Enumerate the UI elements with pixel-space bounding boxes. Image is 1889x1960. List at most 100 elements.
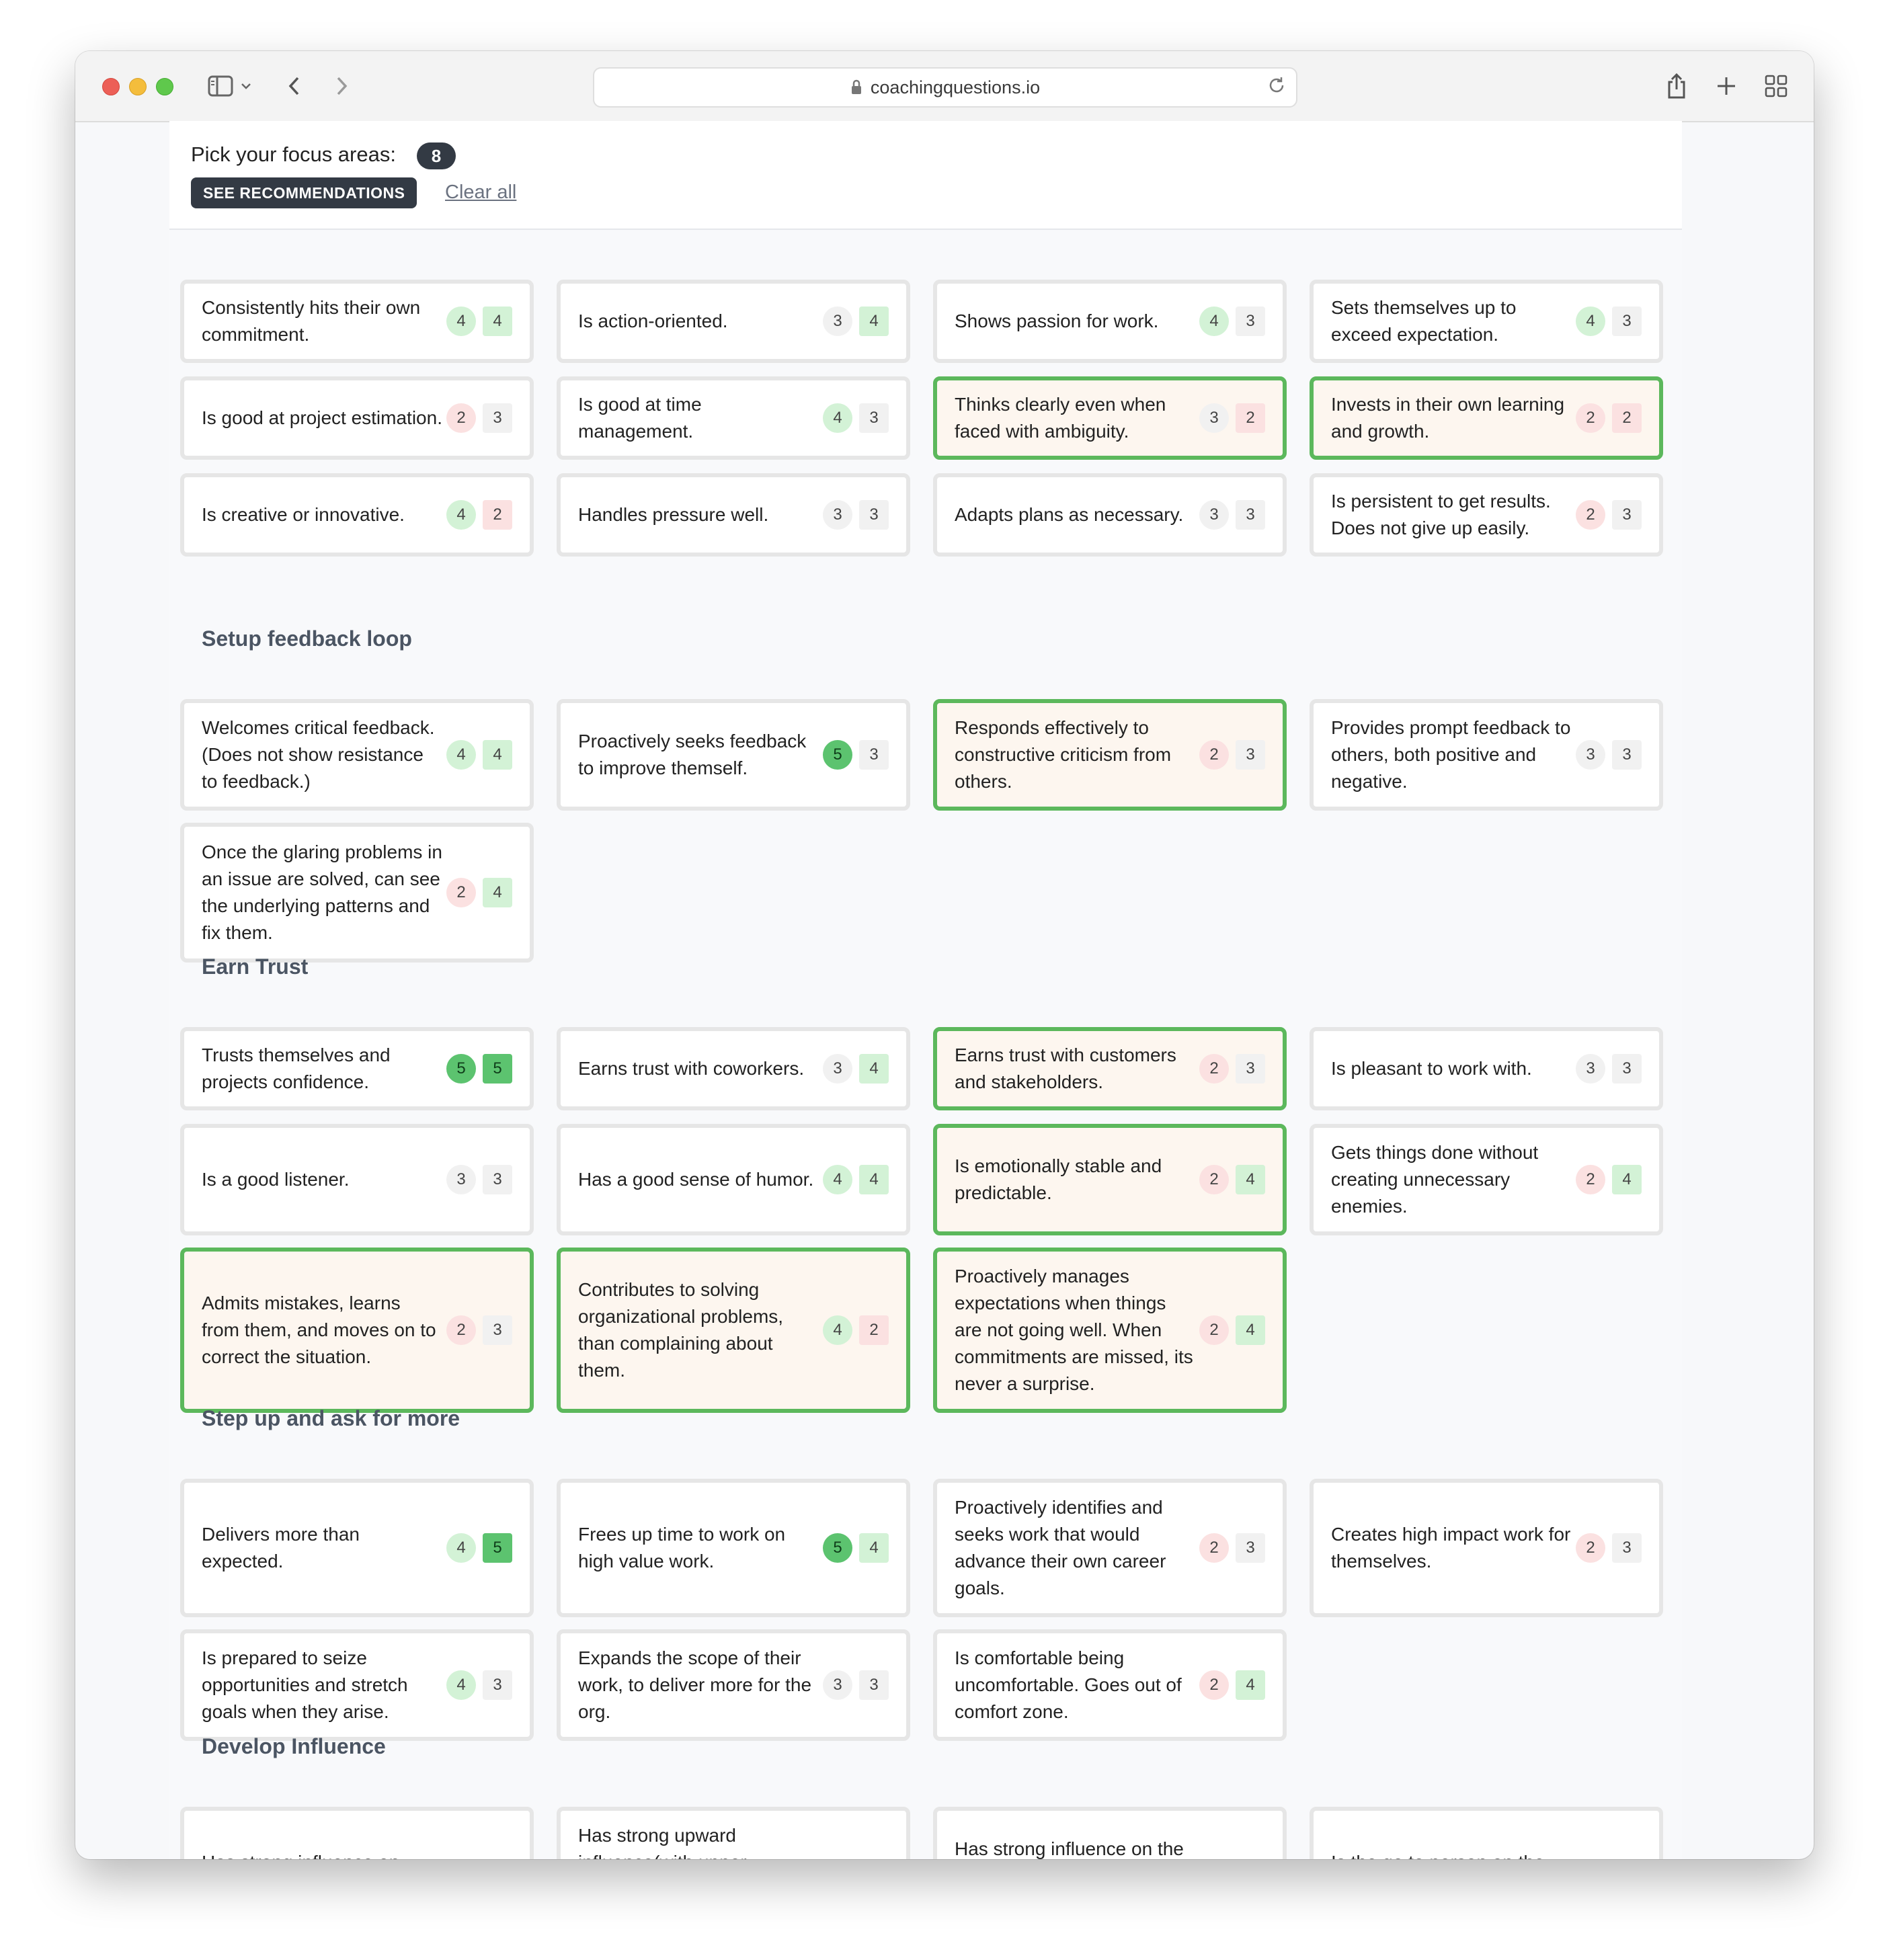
focus-area-card[interactable]: Earns trust with customers and stakehold…: [933, 1027, 1287, 1110]
focus-area-card[interactable]: Is good at time management. 4 3: [557, 376, 910, 460]
score-group: 33: [823, 1670, 889, 1700]
focus-area-card[interactable]: Is comfortable being uncomfortable. Goes…: [933, 1629, 1287, 1741]
score-group: 32: [1199, 403, 1265, 433]
peer-score-badge: 4: [1236, 1165, 1265, 1194]
score-group: 24: [1199, 1165, 1265, 1194]
focus-area-card[interactable]: Creates high impact work for themselves.…: [1310, 1479, 1663, 1617]
focus-area-card[interactable]: Delivers more than expected. 4 5: [180, 1479, 534, 1617]
self-score-badge: 2: [446, 1315, 476, 1345]
focus-area-card[interactable]: Proactively manages expectations when th…: [933, 1248, 1287, 1413]
focus-area-card[interactable]: Welcomes critical feedback. (Does not sh…: [180, 699, 534, 811]
self-score-badge: 4: [823, 1165, 852, 1194]
score-group: 54: [823, 1533, 889, 1563]
focus-area-card[interactable]: Has strong influence on the product/serv…: [933, 1807, 1287, 1859]
focus-area-card[interactable]: Has strong influence on coworkers.44: [180, 1807, 534, 1859]
focus-area-card[interactable]: Is persistent to get results. Does not g…: [1310, 473, 1663, 557]
focus-area-text: Invests in their own learning and growth…: [1331, 394, 1565, 442]
focus-area-card[interactable]: Sets themselves up to exceed expectation…: [1310, 280, 1663, 363]
peer-score-badge: 3: [1236, 307, 1265, 336]
new-tab-icon[interactable]: [1709, 69, 1744, 104]
focus-area-text: Is good at project estimation.: [202, 407, 442, 428]
focus-area-card[interactable]: Proactively seeks feedback to improve th…: [557, 699, 910, 811]
focus-area-card[interactable]: Is pleasant to work with. 3 3: [1310, 1027, 1663, 1110]
focus-area-card[interactable]: Is the go to person on the team on key a…: [1310, 1807, 1663, 1859]
tab-overview-icon[interactable]: [1759, 69, 1794, 104]
clear-all-link[interactable]: Clear all: [445, 181, 516, 204]
score-group: 23: [1576, 1533, 1642, 1563]
score-group: 33: [823, 500, 889, 530]
focus-area-card[interactable]: Trusts themselves and projects confidenc…: [180, 1027, 534, 1110]
score-group: 43: [1199, 307, 1265, 336]
focus-area-text: Proactively identifies and seeks work th…: [955, 1497, 1166, 1598]
self-score-badge: 3: [1576, 1054, 1605, 1084]
focus-area-card[interactable]: Thinks clearly even when faced with ambi…: [933, 376, 1287, 460]
page-content: Pick your focus areas: 8 SEE RECOMMENDAT…: [169, 121, 1682, 1859]
focus-area-card[interactable]: Has a good sense of humor. 4 4: [557, 1124, 910, 1235]
reload-icon[interactable]: [1267, 75, 1287, 99]
focus-area-card[interactable]: Shows passion for work. 4 3: [933, 280, 1287, 363]
zoom-window-button[interactable]: [156, 78, 173, 95]
focus-area-card[interactable]: Gets things done without creating unnece…: [1310, 1124, 1663, 1235]
share-icon[interactable]: [1659, 69, 1694, 104]
focus-area-card[interactable]: Invests in their own learning and growth…: [1310, 376, 1663, 460]
forward-icon[interactable]: [324, 69, 359, 104]
peer-score-badge: 4: [859, 1533, 889, 1563]
score-group: 23: [446, 403, 512, 433]
focus-area-text: Thinks clearly even when faced with ambi…: [955, 394, 1166, 442]
score-group: 24: [1199, 1670, 1265, 1700]
focus-area-card[interactable]: Once the glaring problems in an issue ar…: [180, 823, 534, 963]
focus-area-card[interactable]: Is good at project estimation. 2 3: [180, 376, 534, 460]
focus-area-text: Is action-oriented.: [578, 311, 728, 331]
score-group: 44: [446, 740, 512, 770]
focus-area-card[interactable]: Is creative or innovative. 4 2: [180, 473, 534, 557]
close-window-button[interactable]: [102, 78, 120, 95]
focus-area-card[interactable]: Proactively identifies and seeks work th…: [933, 1479, 1287, 1617]
self-score-badge: 2: [1199, 1165, 1229, 1194]
self-score-badge: 5: [823, 740, 852, 770]
peer-score-badge: 4: [859, 1165, 889, 1194]
score-group: 22: [1576, 403, 1642, 433]
focus-area-text: Is pleasant to work with.: [1331, 1058, 1532, 1079]
browser-window: coachingquestions.io Pick your focus are…: [75, 51, 1814, 1859]
focus-area-card[interactable]: Is a good listener. 3 3: [180, 1124, 534, 1235]
peer-score-badge: 4: [859, 1054, 889, 1084]
focus-area-card[interactable]: Admits mistakes, learns from them, and m…: [180, 1248, 534, 1413]
focus-area-text: Consistently hits their own commitment.: [202, 297, 421, 345]
focus-area-card[interactable]: Consistently hits their own commitment. 4…: [180, 280, 534, 363]
peer-score-badge: 3: [483, 403, 512, 433]
peer-score-badge: 2: [859, 1315, 889, 1345]
focus-area-card[interactable]: Expands the scope of their work, to deli…: [557, 1629, 910, 1741]
focus-area-card[interactable]: Provides prompt feedback to others, both…: [1310, 699, 1663, 811]
section-title: Setup feedback loop: [202, 626, 412, 651]
peer-score-badge: 3: [859, 1670, 889, 1700]
chevron-down-icon[interactable]: [234, 69, 258, 104]
score-group: 33: [1199, 500, 1265, 530]
focus-area-card[interactable]: Handles pressure well. 3 3: [557, 473, 910, 557]
focus-area-text: Gets things done without creating unnece…: [1331, 1142, 1539, 1217]
focus-area-card[interactable]: Earns trust with coworkers. 3 4: [557, 1027, 910, 1110]
web-page: Pick your focus areas: 8 SEE RECOMMENDAT…: [75, 121, 1814, 1859]
focus-area-card[interactable]: Is action-oriented. 3 4: [557, 280, 910, 363]
focus-header: Pick your focus areas: 8 SEE RECOMMENDAT…: [169, 121, 1682, 230]
score-group: 43: [823, 403, 889, 433]
section-title: Earn Trust: [202, 954, 309, 979]
focus-area-card[interactable]: Responds effectively to constructive cri…: [933, 699, 1287, 811]
sidebar-icon[interactable]: [203, 69, 238, 104]
see-recommendations-button[interactable]: SEE RECOMMENDATIONS: [191, 177, 417, 208]
minimize-window-button[interactable]: [129, 78, 147, 95]
peer-score-badge: 3: [1612, 1533, 1642, 1563]
focus-area-card[interactable]: Adapts plans as necessary. 3 3: [933, 473, 1287, 557]
focus-area-card[interactable]: Frees up time to work on high value work…: [557, 1479, 910, 1617]
focus-area-card[interactable]: Has strong upward influence(with upper m…: [557, 1807, 910, 1859]
address-bar[interactable]: coachingquestions.io: [593, 67, 1297, 108]
focus-area-text: Handles pressure well.: [578, 504, 769, 525]
score-group: 23: [1199, 740, 1265, 770]
focus-area-card[interactable]: Is prepared to seize opportunities and s…: [180, 1629, 534, 1741]
focus-area-card[interactable]: Is emotionally stable and predictable. 2 4: [933, 1124, 1287, 1235]
score-group: 33: [1576, 1054, 1642, 1084]
focus-area-text: Sets themselves up to exceed expectation…: [1331, 297, 1517, 345]
focus-area-card[interactable]: Contributes to solving organizational pr…: [557, 1248, 910, 1413]
peer-score-badge: 3: [1612, 307, 1642, 336]
peer-score-badge: 4: [1236, 1670, 1265, 1700]
back-icon[interactable]: [277, 69, 312, 104]
